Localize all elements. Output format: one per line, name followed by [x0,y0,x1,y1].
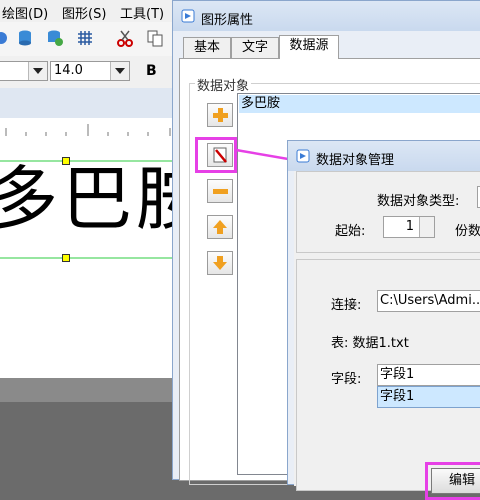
canvas-margin [0,378,180,402]
menu-draw[interactable]: 绘图(D) [2,3,48,22]
add-icon [213,108,228,122]
highlight-edit-action [425,462,480,500]
menubar: 绘图(D) 图形(S) 工具(T) [0,0,180,22]
data-object-manager-dialog: 数据对象管理 数据对象类型: 起始: 1 份数 连接: C:\Users\Adm… [287,140,480,500]
move-up-icon [213,220,227,234]
menu-tools[interactable]: 工具(T) [120,3,164,22]
chevron-down-icon[interactable] [110,62,129,80]
add-button[interactable] [207,103,233,127]
move-down-button[interactable] [207,251,233,275]
remove-icon [213,189,228,194]
move-down-icon [213,256,227,270]
data-object-type-group: 数据对象类型: 起始: 1 份数 [296,171,480,253]
design-canvas[interactable]: 多巴胺 [0,136,206,378]
partial-icon[interactable] [0,29,10,47]
field-select[interactable]: 字段1 [377,364,480,386]
toolbar-main [0,22,180,57]
ruler-strip [0,88,180,118]
connection-field[interactable]: C:\Users\Admi... [377,290,480,312]
copies-label: 份数 [455,224,480,239]
field-label: 字段: [331,372,362,387]
resize-handle-bottom[interactable] [62,254,70,262]
database-gear-icon[interactable] [46,29,64,47]
highlight-edit-button [195,137,237,173]
app-icon [296,149,310,163]
resize-handle-top[interactable] [62,157,70,165]
data-connection-group: 连接: C:\Users\Admi... 表: 数据1.txt 字段: 字段1 … [296,259,480,500]
bold-button[interactable]: B [146,63,157,79]
tab-basic[interactable]: 基本 [183,37,231,59]
spinner-arrows-icon[interactable] [419,217,434,237]
ruler [0,118,180,137]
properties-title-bar[interactable]: 图形属性 [173,1,480,31]
start-label: 起始: [335,224,366,239]
data-object-manager-title-bar[interactable]: 数据对象管理 [288,141,480,171]
start-spinner[interactable]: 1 [383,216,435,238]
start-value: 1 [405,219,414,234]
data-object-type-label: 数据对象类型: [377,194,460,209]
remove-button[interactable] [207,179,233,203]
table-label: 表: 数据1.txt [331,336,409,351]
font-size-value: 14.0 [54,63,83,78]
font-name-combo[interactable] [0,61,48,81]
menu-shape[interactable]: 图形(S) [62,3,106,22]
copy-icon[interactable] [146,29,164,47]
grid-icon[interactable] [76,29,94,47]
connection-label: 连接: [331,298,362,313]
move-up-button[interactable] [207,215,233,239]
properties-title: 图形属性 [201,13,254,28]
cut-icon[interactable] [116,29,134,47]
list-item[interactable]: 多巴胺 [239,95,480,113]
data-object-group-label: 数据对象 [195,75,252,94]
chevron-down-icon[interactable] [28,62,47,80]
database-icon[interactable] [16,29,34,47]
data-object-manager-body: 数据对象类型: 起始: 1 份数 连接: C:\Users\Admi... 表:… [294,171,480,500]
tab-datasource[interactable]: 数据源 [279,35,339,59]
field-list-item[interactable]: 字段1 [377,386,480,408]
toolbar-format: 14.0 B [0,56,180,89]
app-icon [181,9,195,23]
font-size-combo[interactable]: 14.0 [50,61,130,81]
data-object-manager-title: 数据对象管理 [316,153,395,168]
tab-text[interactable]: 文字 [231,37,279,59]
